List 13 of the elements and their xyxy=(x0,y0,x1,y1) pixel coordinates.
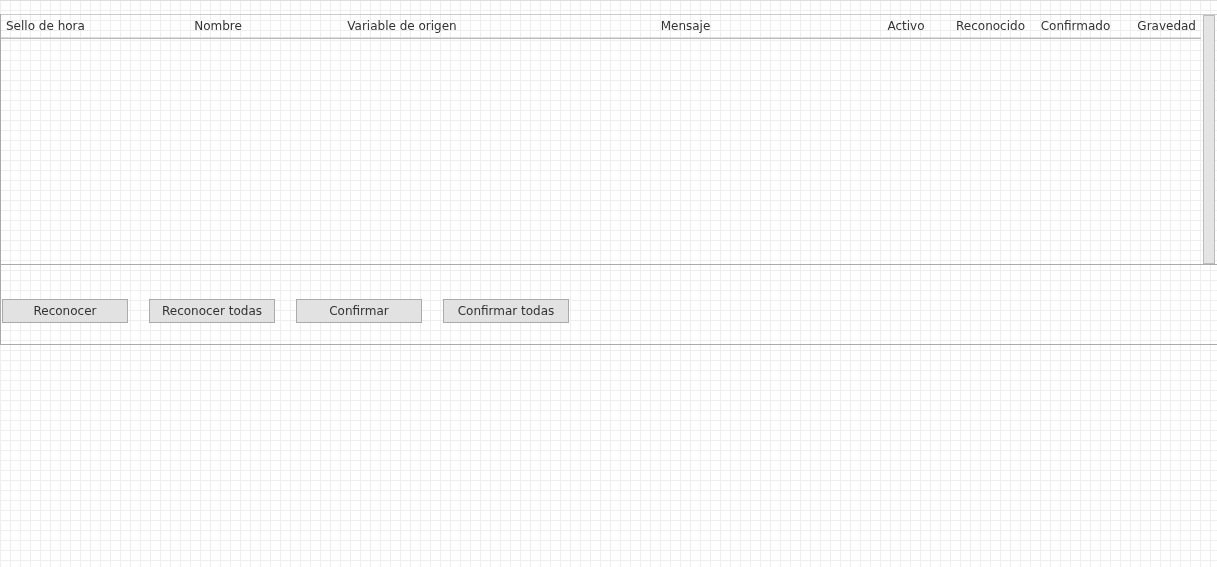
action-button[interactable]: Reconocer todas xyxy=(149,299,275,323)
column-header[interactable]: Mensaje xyxy=(660,19,711,33)
column-header[interactable]: Nombre xyxy=(194,19,242,33)
action-button[interactable]: Confirmar todas xyxy=(443,299,569,323)
action-button[interactable]: Reconocer xyxy=(2,299,128,323)
column-header[interactable]: Confirmado xyxy=(1040,19,1111,33)
scrollbar[interactable] xyxy=(1203,15,1215,264)
column-header[interactable]: Gravedad xyxy=(1137,19,1196,33)
column-header[interactable]: Sello de hora xyxy=(6,19,85,33)
column-header[interactable]: Reconocido xyxy=(956,19,1025,33)
column-header[interactable]: Activo xyxy=(887,19,925,33)
action-button[interactable]: Confirmar xyxy=(296,299,422,323)
column-header[interactable]: Variable de origen xyxy=(347,19,457,33)
